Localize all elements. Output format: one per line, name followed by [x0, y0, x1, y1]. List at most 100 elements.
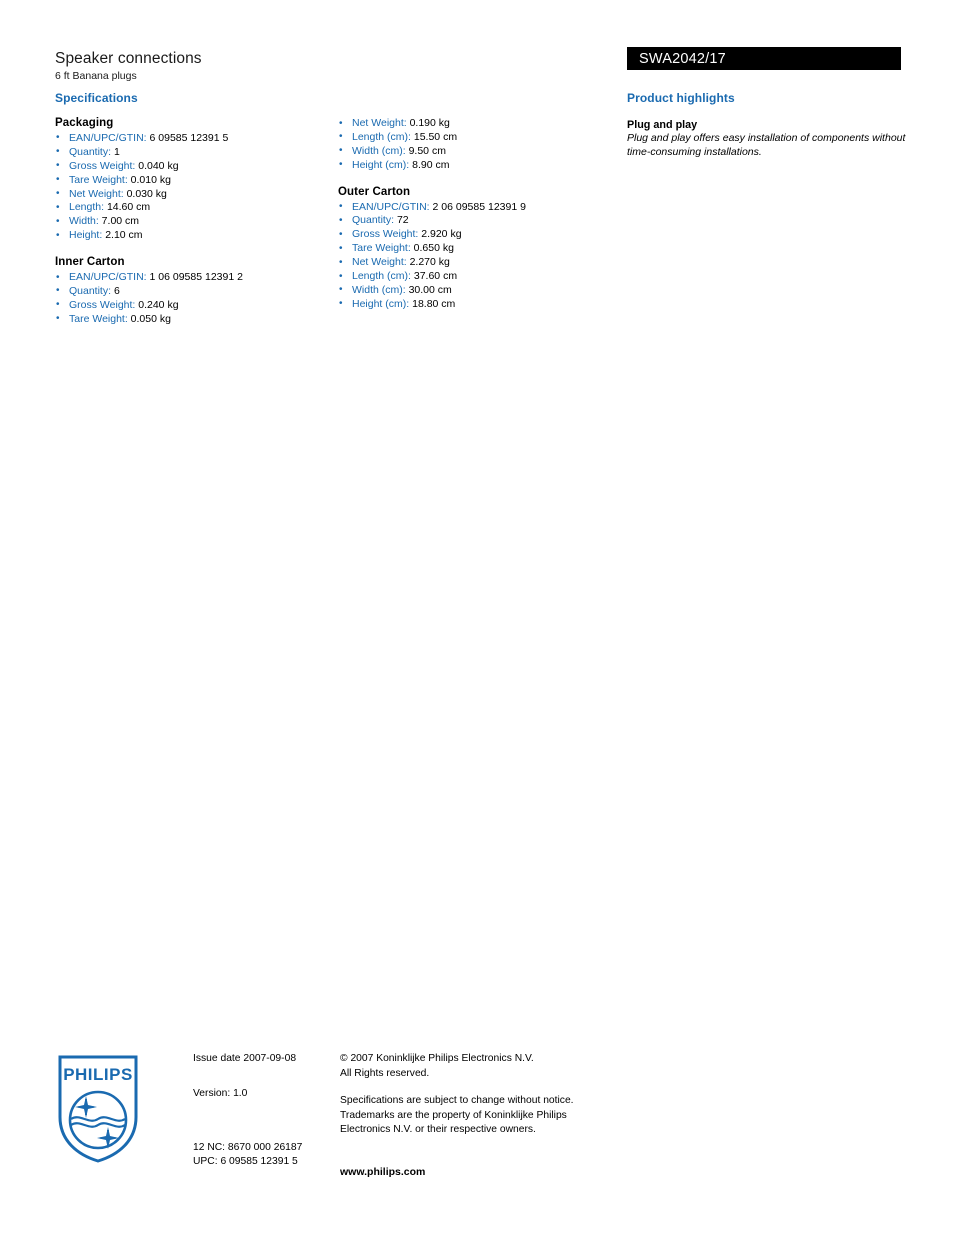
product-highlight: Plug and play Plug and play offers easy i… — [627, 118, 907, 159]
spec-item-value: 8.90 cm — [409, 158, 450, 171]
footer-issue-date: Issue date 2007-09-08 — [193, 1053, 297, 1064]
bullet-icon: • — [339, 214, 343, 226]
spec-item: • Gross Weight: 2.920 kg — [338, 228, 613, 242]
spec-item: • EAN/UPC/GTIN: 6 09585 12391 5 — [55, 132, 330, 146]
spec-group: • Net Weight: 0.190 kg • Length (cm): 15.50… — [338, 117, 613, 173]
spec-item-label: Height: — [69, 229, 103, 242]
footer-upc-code: UPC: 6 09585 12391 5 — [193, 1156, 298, 1167]
document-title-block: Speaker connections 6 ft Banana plugs — [55, 50, 595, 83]
spec-item-value: 0.040 kg — [135, 159, 179, 172]
footer-nc-code: 12 NC: 8670 000 26187 — [193, 1142, 303, 1153]
bullet-icon: • — [56, 229, 60, 241]
spec-item-label: Gross Weight: — [69, 298, 136, 311]
spec-item-label: Tare Weight: — [69, 173, 128, 186]
spec-item: • Height: 2.10 cm — [55, 229, 330, 243]
spec-item-value: 0.050 kg — [127, 312, 171, 325]
spec-item: • Gross Weight: 0.240 kg — [55, 299, 330, 313]
footer-disclaimer-line-1: Specifications are subject to change wit… — [340, 1095, 574, 1106]
spec-item-value: 2.10 cm — [102, 229, 143, 242]
spec-item: • Tare Weight: 0.010 kg — [55, 174, 330, 188]
bullet-icon: • — [339, 159, 343, 171]
spec-item-label: Tare Weight: — [69, 312, 128, 325]
bullet-icon: • — [339, 270, 343, 282]
page-footer: PHILIPS Issue date 2007-09-08 Version: 1… — [0, 1048, 954, 1188]
spec-item-label: EAN/UPC/GTIN: — [69, 131, 147, 144]
spec-item-label: Net Weight: — [69, 187, 124, 200]
bullet-icon: • — [339, 256, 343, 268]
spec-item: • Width: 7.00 cm — [55, 215, 330, 229]
footer-copyright-line-2: All Rights reserved. — [340, 1067, 430, 1079]
spec-item-value: 14.60 cm — [104, 201, 151, 214]
spec-item-value: 37.60 cm — [410, 270, 458, 283]
spec-item-label: Width (cm): — [352, 144, 406, 157]
spec-item: • Tare Weight: 0.050 kg — [55, 313, 330, 327]
footer-copyright: © 2007 Koninklijke Philips Electronics N… — [340, 1052, 610, 1081]
footer-disclaimer: Specifications are subject to change wit… — [340, 1094, 610, 1138]
spec-item-value: 6 — [111, 284, 120, 297]
spec-item: • Width (cm): 30.00 cm — [338, 284, 613, 298]
spec-item: • Net Weight: 2.270 kg — [338, 256, 613, 270]
spec-item-value: 6 09585 12391 5 — [146, 131, 229, 144]
spec-item-label: Gross Weight: — [69, 159, 136, 172]
spec-item-label: Length (cm): — [352, 270, 411, 283]
footer-legal-column: © 2007 Koninklijke Philips Electronics N… — [340, 1052, 610, 1179]
spec-item-value: 2.270 kg — [406, 256, 450, 269]
spec-item: • Height (cm): 18.80 cm — [338, 298, 613, 312]
spec-item-value: 2.920 kg — [418, 228, 462, 241]
spec-item-value: 1 — [111, 145, 120, 158]
footer-website-link[interactable]: www.philips.com — [340, 1165, 610, 1180]
bullet-icon: • — [339, 284, 343, 296]
spec-item-label: Tare Weight: — [352, 242, 411, 255]
spec-item: • Width (cm): 9.50 cm — [338, 145, 613, 159]
spec-list: • EAN/UPC/GTIN: 6 09585 12391 5 • Quantity:… — [55, 132, 330, 243]
spec-list: • EAN/UPC/GTIN: 1 06 09585 12391 2 • Quanti… — [55, 271, 330, 327]
bullet-icon: • — [56, 188, 60, 200]
spec-item-label: Length: — [69, 201, 105, 214]
product-highlight-title: Plug and play — [627, 119, 698, 131]
spec-item-value: 30.00 cm — [405, 283, 452, 296]
spec-item: • Quantity: 1 — [55, 146, 330, 160]
bullet-icon: • — [56, 132, 60, 144]
footer-metadata-column: Issue date 2007-09-08 Version: 1.0 12 NC… — [193, 1052, 333, 1169]
bullet-icon: • — [339, 298, 343, 310]
bullet-icon: • — [56, 160, 60, 172]
bullet-icon: • — [56, 201, 60, 213]
spec-item-label: Gross Weight: — [352, 228, 419, 241]
bullet-icon: • — [56, 285, 60, 297]
spec-item-label: Height (cm): — [352, 158, 410, 171]
bullet-icon: • — [339, 131, 343, 143]
spec-item: • EAN/UPC/GTIN: 1 06 09585 12391 2 — [55, 271, 330, 285]
spec-item-label: Width: — [69, 215, 99, 228]
spec-item-label: Quantity: — [352, 214, 395, 227]
spec-item: • Net Weight: 0.190 kg — [338, 117, 613, 131]
spec-item-value: 0.190 kg — [406, 117, 450, 129]
model-number-bar: SWA2042/17 — [627, 47, 901, 70]
bullet-icon: • — [56, 313, 60, 325]
specifications-middle-column: • Net Weight: 0.190 kg • Length (cm): 15.50… — [338, 117, 613, 312]
page-subtitle: 6 ft Banana plugs — [55, 70, 137, 82]
spec-item-value: 1 06 09585 12391 2 — [146, 271, 243, 284]
spec-item: • Quantity: 72 — [338, 214, 613, 228]
spec-item-value: 0.030 kg — [123, 187, 167, 200]
spec-group: Packaging • EAN/UPC/GTIN: 6 09585 12391 5 •… — [55, 117, 330, 243]
spec-item: • Quantity: 6 — [55, 285, 330, 299]
spec-group-title: Inner Carton — [55, 256, 125, 269]
specifications-left-column: Packaging • EAN/UPC/GTIN: 6 09585 12391 5 •… — [55, 117, 330, 327]
philips-logo: PHILIPS — [58, 1055, 138, 1163]
spec-item-label: Net Weight: — [352, 117, 407, 129]
spec-list: • EAN/UPC/GTIN: 2 06 09585 12391 9 • Quanti… — [338, 201, 613, 312]
spec-item-value: 0.010 kg — [127, 173, 171, 186]
spec-group-title: Outer Carton — [338, 185, 411, 198]
spec-item-label: Quantity: — [69, 145, 112, 158]
spec-item-value: 15.50 cm — [410, 130, 458, 143]
page-title: Speaker connections — [55, 50, 202, 67]
spec-item-label: EAN/UPC/GTIN: — [69, 271, 147, 284]
specifications-heading: Specifications — [55, 91, 138, 105]
spec-item: • Tare Weight: 0.650 kg — [338, 242, 613, 256]
spec-list: • Net Weight: 0.190 kg • Length (cm): 15.50… — [338, 117, 613, 173]
spec-item-label: Quantity: — [69, 284, 112, 297]
spec-item: • Gross Weight: 0.040 kg — [55, 160, 330, 174]
footer-disclaimer-line-3: Electronics N.V. or their respective own… — [340, 1124, 536, 1135]
spec-group: Inner Carton • EAN/UPC/GTIN: 1 06 09585 12… — [55, 256, 330, 327]
bullet-icon: • — [339, 145, 343, 157]
